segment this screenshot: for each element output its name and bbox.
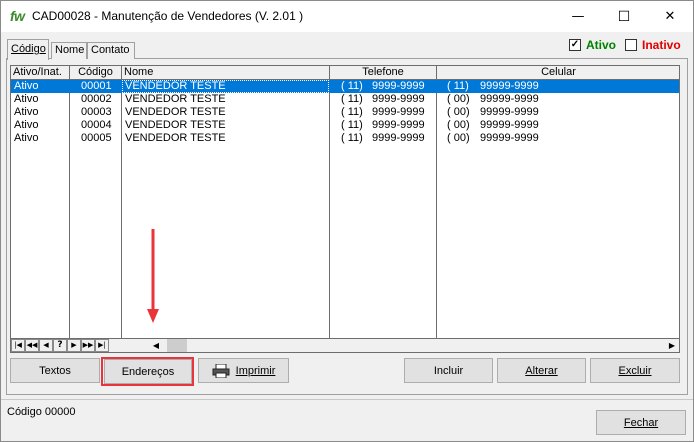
cell-tel-ddd: ( 11) (341, 132, 363, 144)
close-button[interactable]: ✕ (647, 1, 693, 32)
grid-header: Ativo/Inat. Código Nome Telefone Celular (11, 66, 679, 80)
fechar-label: Fechar (623, 416, 659, 429)
tab-codigo-label: Código (11, 43, 46, 55)
column-header-codigo[interactable]: Código (70, 66, 122, 80)
nav-first-button[interactable]: |◀ (11, 339, 25, 352)
minimize-button[interactable]: — (555, 1, 601, 32)
tab-nome-label: Nome (55, 44, 85, 56)
cell-tel-ddd: ( 11) (341, 80, 363, 92)
imprimir-label: Imprimir (235, 364, 276, 377)
nav-prev-button[interactable]: ◀ (39, 339, 53, 352)
cell-ativo: Ativo (14, 93, 39, 105)
cell-tel: 9999-9999 (372, 132, 425, 144)
table-row[interactable]: Ativo 00005 VENDEDOR TESTE ( 11) 9999-9999 ( … (11, 132, 679, 145)
ativo-label: Ativo (586, 38, 616, 52)
cell-cel-ddd: ( 00) (447, 119, 470, 131)
focus-rect (122, 80, 329, 93)
ativo-filter[interactable]: ✓ Ativo (569, 38, 616, 52)
cell-nome: VENDEDOR TESTE (125, 119, 226, 131)
column-header-telefone[interactable]: Telefone (330, 66, 437, 80)
cell-cel-ddd: ( 00) (447, 93, 470, 105)
column-header-ativo[interactable]: Ativo/Inat. (11, 66, 70, 80)
cell-codigo: 00001 (81, 80, 112, 92)
nav-next-page-button[interactable]: ▶▶ (81, 339, 95, 352)
table-row[interactable]: Ativo 00003 VENDEDOR TESTE ( 11) 9999-9999 ( … (11, 106, 679, 119)
cell-ativo: Ativo (14, 132, 39, 144)
cell-ativo: Ativo (14, 80, 39, 92)
cell-cel: 99999-9999 (480, 119, 539, 131)
cell-ativo: Ativo (14, 119, 39, 131)
inativo-checkbox[interactable] (625, 39, 637, 51)
incluir-button[interactable]: Incluir (404, 358, 493, 383)
alterar-label: Alterar (525, 364, 558, 377)
cell-cel: 99999-9999 (480, 80, 539, 92)
table-row[interactable]: Ativo 00002 VENDEDOR TESTE ( 11) 9999-9999 ( … (11, 93, 679, 106)
imprimir-button[interactable]: Imprimir (198, 358, 289, 383)
tab-codigo[interactable]: Código (7, 39, 49, 60)
window-title: CAD00028 - Manutenção de Vendedores (V. … (32, 9, 304, 23)
cell-cel: 99999-9999 (480, 132, 539, 144)
separator (1, 399, 693, 400)
cell-cel: 99999-9999 (480, 93, 539, 105)
cell-tel-ddd: ( 11) (341, 106, 363, 118)
excluir-button[interactable]: Excluir (590, 358, 680, 383)
cell-cel-ddd: ( 11) (447, 80, 469, 92)
scroll-thumb[interactable] (167, 339, 187, 352)
cell-tel: 9999-9999 (372, 119, 425, 131)
inativo-label: Inativo (642, 38, 681, 52)
nav-search-button[interactable]: ? (53, 339, 67, 352)
cell-cel-ddd: ( 00) (447, 106, 470, 118)
cell-codigo: 00005 (81, 132, 112, 144)
cell-nome: VENDEDOR TESTE (125, 132, 226, 144)
cell-codigo: 00004 (81, 119, 112, 131)
maximize-button[interactable]: ☐ (601, 1, 647, 32)
cell-tel-ddd: ( 11) (341, 93, 363, 105)
incluir-label: Incluir (433, 364, 464, 377)
annotation-arrow-icon (147, 229, 159, 323)
cell-tel: 9999-9999 (372, 106, 425, 118)
textos-button[interactable]: Textos (10, 358, 100, 383)
app-icon: fw (10, 8, 25, 24)
cell-tel: 9999-9999 (372, 93, 425, 105)
title-bar: fw CAD00028 - Manutenção de Vendedores (… (1, 1, 693, 32)
tab-nome[interactable]: Nome (51, 42, 87, 59)
cell-codigo: 00002 (81, 93, 112, 105)
nav-next-button[interactable]: ▶ (67, 339, 81, 352)
ativo-checkbox[interactable]: ✓ (569, 39, 581, 51)
cell-cel-ddd: ( 00) (447, 132, 470, 144)
vendedores-grid[interactable]: Ativo/Inat. Código Nome Telefone Celular… (10, 65, 680, 353)
grid-navigator: |◀ ◀◀ ◀ ? ▶ ▶▶ ▶| ◀ ▶ (11, 338, 679, 352)
tab-contato-label: Contato (91, 44, 130, 56)
fechar-button[interactable]: Fechar (596, 410, 686, 435)
column-header-celular[interactable]: Celular (437, 66, 679, 80)
main-window: fw CAD00028 - Manutenção de Vendedores (… (0, 0, 694, 442)
cell-tel-ddd: ( 11) (341, 119, 363, 131)
tab-contato[interactable]: Contato (87, 42, 135, 59)
cell-cel: 99999-9999 (480, 106, 539, 118)
scroll-left-button[interactable]: ◀ (149, 339, 163, 352)
cell-nome: VENDEDOR TESTE (125, 93, 226, 105)
printer-icon (212, 363, 230, 378)
table-row[interactable]: Ativo 00001 VENDEDOR TESTE( 11) 9999-9999( … (11, 80, 679, 93)
cell-nome: VENDEDOR TESTE (125, 106, 226, 118)
nav-last-button[interactable]: ▶| (95, 339, 109, 352)
excluir-label: Excluir (618, 364, 652, 377)
cell-ativo: Ativo (14, 106, 39, 118)
alterar-button[interactable]: Alterar (497, 358, 586, 383)
textos-label: Textos (39, 364, 71, 377)
status-text: Código 00000 (7, 406, 76, 418)
nav-prev-page-button[interactable]: ◀◀ (25, 339, 39, 352)
column-header-nome[interactable]: Nome (122, 66, 330, 80)
cell-tel: 9999-9999 (372, 80, 425, 92)
scroll-right-button[interactable]: ▶ (665, 339, 679, 352)
cell-codigo: 00003 (81, 106, 112, 118)
highlight-box (101, 357, 194, 386)
table-row[interactable]: Ativo 00004 VENDEDOR TESTE ( 11) 9999-9999 ( … (11, 119, 679, 132)
inativo-filter[interactable]: Inativo (625, 38, 681, 52)
